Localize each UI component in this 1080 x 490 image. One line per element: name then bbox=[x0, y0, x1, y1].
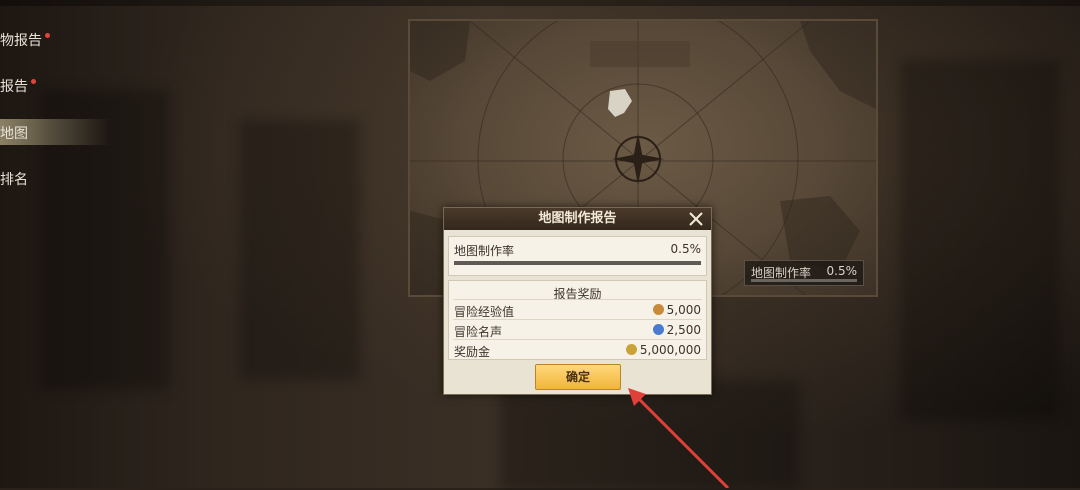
annotation-arrow-icon bbox=[628, 388, 730, 488]
